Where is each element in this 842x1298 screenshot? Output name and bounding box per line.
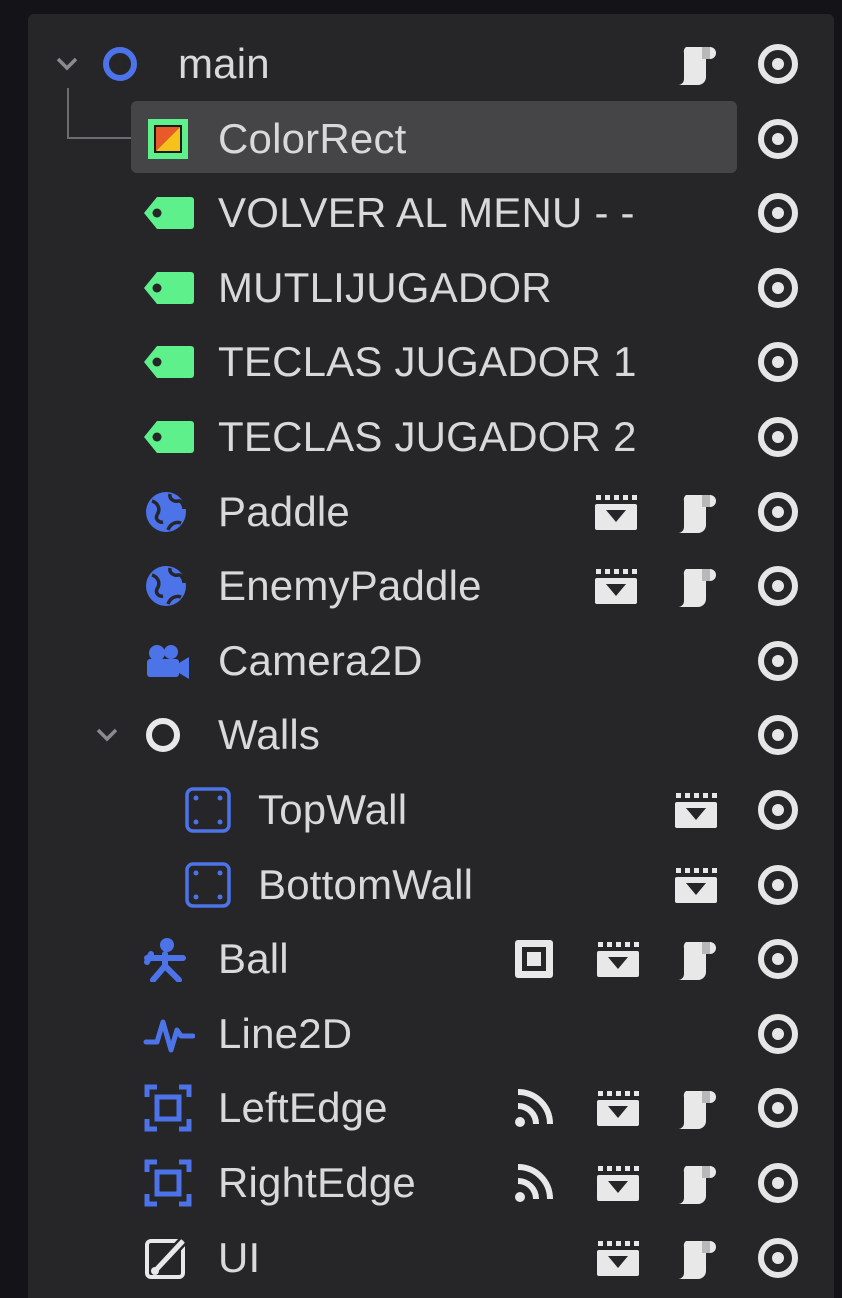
tree-item-label: Paddle [218,488,350,535]
tree-item-ball[interactable]: Ball [0,922,842,996]
visibility-eye-icon[interactable] [756,1086,800,1130]
tree-item-label: Ball [218,935,289,982]
visibility-eye-icon[interactable] [756,490,800,534]
tree-item-label: Line2D [218,1010,353,1057]
open-scene-icon[interactable] [594,1238,642,1278]
visibility-eye-icon[interactable] [756,937,800,981]
open-scene-icon[interactable] [594,939,642,979]
tree-item-ui[interactable]: UI [0,1221,842,1295]
visibility-eye-icon[interactable] [756,117,800,161]
area-icon [143,1158,193,1208]
script-icon[interactable] [672,1085,718,1131]
script-icon[interactable] [672,1160,718,1206]
area-icon [143,1083,193,1133]
label-icon [143,419,195,455]
visibility-eye-icon[interactable] [756,713,800,757]
signal-icon[interactable] [512,1161,556,1205]
tree-item-label: MUTLIJUGADOR [218,264,552,311]
visibility-eye-icon[interactable] [756,863,800,907]
tree-item-walls[interactable]: Walls [0,698,842,772]
visibility-eye-icon[interactable] [756,1236,800,1280]
tree-item-teclas-jugador-2[interactable]: TECLAS JUGADOR 2 [0,400,842,474]
visibility-eye-icon[interactable] [756,639,800,683]
tree-item-label: LeftEdge [218,1084,388,1131]
tree-item-label: RightEdge [218,1159,416,1206]
tree-item-label: ColorRect [218,115,407,162]
colorrect-icon [145,116,191,162]
open-scene-icon[interactable] [592,566,640,606]
tree-item-label: EnemyPaddle [218,562,482,609]
visibility-eye-icon[interactable] [756,788,800,832]
area2d-icon [143,563,189,609]
open-scene-icon[interactable] [594,1163,642,1203]
visibility-eye-icon[interactable] [756,191,800,235]
tree-item-label: TECLAS JUGADOR 1 [218,338,637,385]
open-scene-icon[interactable] [672,790,720,830]
tree-item-label: Camera2D [218,637,423,684]
tree-item-label: UI [218,1234,261,1281]
tree-item-mutlijugador[interactable]: MUTLIJUGADOR [0,251,842,325]
tree-item-camera2d[interactable]: Camera2D [0,624,842,698]
node2d-icon [100,44,140,84]
open-scene-icon[interactable] [672,865,720,905]
visibility-eye-icon[interactable] [756,415,800,459]
script-icon[interactable] [672,563,718,609]
tree-item-label: VOLVER AL MENU - - [218,189,635,236]
visibility-eye-icon[interactable] [756,266,800,310]
script-icon[interactable] [672,41,718,87]
label-icon [143,270,195,306]
tree-item-colorrect[interactable]: ColorRect [0,102,842,176]
tree-item-rightedge[interactable]: RightEdge [0,1146,842,1220]
script-icon[interactable] [672,489,718,535]
tree-item-topwall[interactable]: TopWall [0,773,842,847]
group-icon[interactable] [512,937,556,981]
tree-item-label: main [178,40,270,87]
tree-item-label: BottomWall [258,861,474,908]
visibility-eye-icon[interactable] [756,564,800,608]
tree-item-enemypaddle[interactable]: EnemyPaddle [0,549,842,623]
tree-item-label: TopWall [258,786,408,833]
tree-item-teclas-jugador-1[interactable]: TECLAS JUGADOR 1 [0,325,842,399]
script-icon[interactable] [672,936,718,982]
tree-item-label: TECLAS JUGADOR 2 [218,413,637,460]
visibility-eye-icon[interactable] [756,1012,800,1056]
tree-item-volver-al-menu[interactable]: VOLVER AL MENU - - [0,176,842,250]
signal-icon[interactable] [512,1086,556,1130]
visibility-eye-icon[interactable] [756,42,800,86]
tree-item-line2d[interactable]: Line2D [0,997,842,1071]
chevron-down-icon[interactable] [95,727,119,743]
area2d-icon [143,489,189,535]
scene-tree[interactable]: main ColorRect VOLVER AL MENU - - MUTLIJUGA… [0,0,842,1298]
label-icon [143,195,195,231]
tree-item-main[interactable]: main [0,27,842,101]
line2d-icon [143,1014,195,1054]
label-icon [143,344,195,380]
tree-item-paddle[interactable]: Paddle [0,475,842,549]
camera2d-icon [143,641,193,681]
tree-item-label: Walls [218,711,321,758]
visibility-eye-icon[interactable] [756,340,800,384]
chevron-down-icon[interactable] [55,56,79,72]
tree-item-bottomwall[interactable]: BottomWall [0,848,842,922]
open-scene-icon[interactable] [594,1088,642,1128]
collision-shape-icon [183,860,233,910]
tree-item-leftedge[interactable]: LeftEdge [0,1071,842,1145]
open-scene-icon[interactable] [592,492,640,532]
script-icon[interactable] [672,1235,718,1281]
character-body-icon [143,936,189,982]
collision-shape-icon [183,785,233,835]
node2d-icon [143,715,183,755]
visibility-eye-icon[interactable] [756,1161,800,1205]
canvas-layer-icon [143,1235,189,1281]
